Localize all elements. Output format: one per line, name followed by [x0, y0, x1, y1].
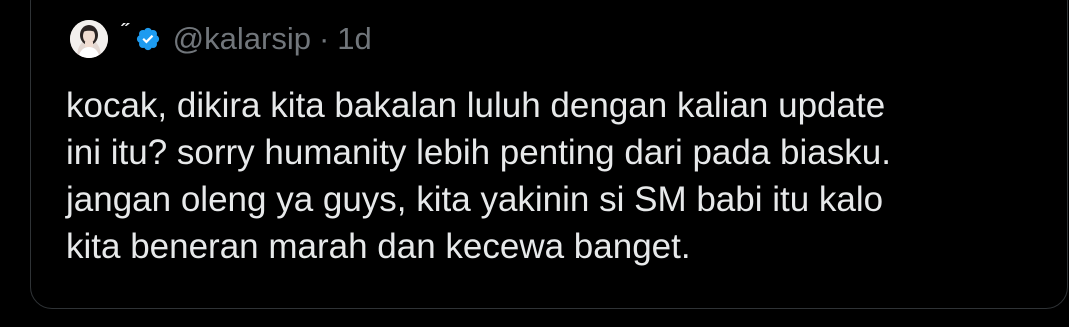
- user-handle[interactable]: @kalarsip: [173, 19, 311, 59]
- verified-badge-icon: [135, 26, 161, 52]
- display-name[interactable]: ˝: [122, 22, 129, 42]
- avatar-image: [70, 20, 108, 58]
- tweet-timestamp[interactable]: 1d: [337, 19, 371, 59]
- tweet-header: ˝ @kalarsip · 1d: [70, 18, 372, 60]
- separator-dot: ·: [318, 21, 330, 56]
- tweet-text: kocak, dikira kita bakalan luluh dengan …: [66, 86, 891, 266]
- avatar[interactable]: [70, 20, 108, 58]
